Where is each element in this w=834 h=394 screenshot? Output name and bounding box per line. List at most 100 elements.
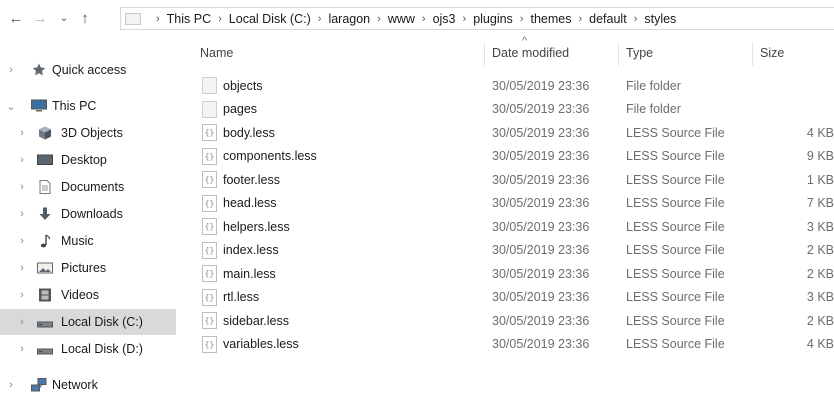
folder-icon bbox=[125, 12, 141, 25]
file-name: footer.less bbox=[223, 172, 280, 187]
file-date-modified: 30/05/2019 23:36 bbox=[492, 219, 590, 234]
file-row[interactable]: {} head.less 30/05/2019 23:36 LESS Source F… bbox=[186, 192, 834, 216]
chevron-right-icon[interactable]: › bbox=[17, 289, 27, 301]
chevron-right-icon[interactable]: › bbox=[634, 13, 638, 25]
file-row[interactable]: {} components.less 30/05/2019 23:36 LESS So… bbox=[186, 145, 834, 169]
network-icon bbox=[30, 377, 48, 393]
breadcrumb-item[interactable]: www bbox=[388, 12, 415, 26]
column-header: ^ Name Date modified Type Size bbox=[186, 35, 834, 68]
file-row[interactable]: {} index.less 30/05/2019 23:36 LESS Source … bbox=[186, 239, 834, 263]
chevron-right-icon[interactable]: › bbox=[377, 13, 381, 25]
chevron-right-icon[interactable]: › bbox=[318, 13, 322, 25]
file-icon: {} bbox=[202, 241, 217, 259]
chevron-right-icon[interactable]: › bbox=[17, 154, 27, 166]
breadcrumb-item[interactable]: This PC bbox=[167, 12, 211, 26]
forward-button[interactable]: → bbox=[30, 8, 50, 28]
address-bar: ← → ⌄ ↑ › This PC › Local Disk (C:) › laragon… bbox=[0, 0, 834, 38]
chevron-right-icon[interactable]: › bbox=[6, 379, 16, 391]
breadcrumb-item[interactable]: default bbox=[589, 12, 627, 26]
sidebar-item-label: Pictures bbox=[61, 261, 107, 275]
file-name: variables.less bbox=[223, 337, 299, 352]
file-size: 2 KB bbox=[806, 243, 834, 258]
music-icon bbox=[36, 233, 54, 249]
file-name: head.less bbox=[223, 196, 277, 211]
back-button[interactable]: ← bbox=[6, 8, 26, 28]
column-divider[interactable] bbox=[484, 42, 485, 66]
chevron-right-icon[interactable]: › bbox=[6, 64, 16, 76]
file-type: LESS Source File bbox=[626, 149, 725, 164]
sidebar-item-local-disk-d[interactable]: › Local Disk (D:) bbox=[0, 336, 176, 362]
column-date-modified[interactable]: Date modified bbox=[492, 46, 569, 60]
breadcrumb-item[interactable]: styles bbox=[644, 12, 676, 26]
file-date-modified: 30/05/2019 23:36 bbox=[492, 149, 590, 164]
breadcrumb-item[interactable]: themes bbox=[530, 12, 571, 26]
column-name[interactable]: Name bbox=[200, 46, 233, 60]
file-date-modified: 30/05/2019 23:36 bbox=[492, 196, 590, 211]
file-date-modified: 30/05/2019 23:36 bbox=[492, 313, 590, 328]
back-arrow-icon: ← bbox=[8, 9, 24, 27]
file-row[interactable]: {} body.less 30/05/2019 23:36 LESS Source F… bbox=[186, 121, 834, 145]
file-type: LESS Source File bbox=[626, 219, 725, 234]
sidebar-item-desktop[interactable]: › Desktop bbox=[0, 147, 176, 173]
chevron-right-icon[interactable]: › bbox=[17, 181, 27, 193]
sidebar-item-music[interactable]: › Music bbox=[0, 228, 176, 254]
file-row[interactable]: {} main.less 30/05/2019 23:36 LESS Source F… bbox=[186, 262, 834, 286]
file-type: LESS Source File bbox=[626, 172, 725, 187]
column-type[interactable]: Type bbox=[626, 46, 653, 60]
sidebar-item-this-pc[interactable]: ⌄ This PC bbox=[0, 93, 176, 119]
chevron-right-icon[interactable]: › bbox=[520, 13, 524, 25]
sidebar-item-quick-access[interactable]: › Quick access bbox=[0, 57, 176, 83]
breadcrumb-item[interactable]: laragon bbox=[328, 12, 370, 26]
chevron-right-icon[interactable]: › bbox=[463, 13, 467, 25]
sidebar-item-local-disk-c[interactable]: › Local Disk (C:) bbox=[0, 309, 176, 335]
sidebar-item-downloads[interactable]: › Downloads bbox=[0, 201, 176, 227]
cube-icon bbox=[36, 125, 54, 141]
file-type: LESS Source File bbox=[626, 196, 725, 211]
file-type: File folder bbox=[626, 102, 681, 117]
chevron-right-icon[interactable]: › bbox=[578, 13, 582, 25]
chevron-right-icon[interactable]: › bbox=[218, 13, 222, 25]
file-icon: {} bbox=[202, 171, 217, 189]
column-divider[interactable] bbox=[618, 42, 619, 66]
drive-icon bbox=[36, 314, 54, 330]
file-row[interactable]: {} variables.less 30/05/2019 23:36 LESS Sou… bbox=[186, 333, 834, 357]
file-size: 7 KB bbox=[806, 196, 834, 211]
file-row[interactable]: objects 30/05/2019 23:36 File folder bbox=[186, 74, 834, 98]
file-icon: {} bbox=[202, 312, 217, 330]
file-row[interactable]: {} footer.less 30/05/2019 23:36 LESS Source… bbox=[186, 168, 834, 192]
file-name: pages bbox=[223, 102, 258, 117]
chevron-right-icon[interactable]: › bbox=[17, 235, 27, 247]
chevron-right-icon[interactable]: › bbox=[17, 262, 27, 274]
sidebar-item-3d-objects[interactable]: › 3D Objects bbox=[0, 120, 176, 146]
chevron-right-icon[interactable]: › bbox=[17, 127, 27, 139]
breadcrumb-item[interactable]: ojs3 bbox=[433, 12, 456, 26]
file-row[interactable]: {} rtl.less 30/05/2019 23:36 LESS Source Fi… bbox=[186, 286, 834, 310]
file-name: objects bbox=[223, 78, 263, 93]
chevron-right-icon[interactable]: › bbox=[17, 208, 27, 220]
file-row[interactable]: {} helpers.less 30/05/2019 23:36 LESS Sourc… bbox=[186, 215, 834, 239]
file-row[interactable]: pages 30/05/2019 23:36 File folder bbox=[186, 98, 834, 122]
file-size: 2 KB bbox=[806, 313, 834, 328]
pictures-icon bbox=[36, 260, 54, 276]
file-icon: {} bbox=[202, 218, 217, 236]
breadcrumb[interactable]: › This PC › Local Disk (C:) › laragon › www › ojs… bbox=[120, 7, 834, 30]
column-divider[interactable] bbox=[752, 42, 753, 66]
chevron-right-icon[interactable]: › bbox=[422, 13, 426, 25]
chevron-right-icon[interactable]: › bbox=[17, 316, 27, 328]
breadcrumb-item[interactable]: Local Disk (C:) bbox=[229, 12, 311, 26]
column-size[interactable]: Size bbox=[760, 46, 784, 60]
computer-icon bbox=[30, 98, 48, 114]
sidebar-item-network[interactable]: › Network bbox=[0, 372, 176, 394]
chevron-down-icon[interactable]: ⌄ bbox=[6, 100, 16, 113]
chevron-right-icon[interactable]: › bbox=[156, 13, 160, 25]
document-icon bbox=[36, 179, 54, 195]
sidebar-item-documents[interactable]: › Documents bbox=[0, 174, 176, 200]
file-row[interactable]: {} sidebar.less 30/05/2019 23:36 LESS Sourc… bbox=[186, 309, 834, 333]
breadcrumb-item[interactable]: plugins bbox=[473, 12, 513, 26]
sidebar-item-pictures[interactable]: › Pictures bbox=[0, 255, 176, 281]
file-date-modified: 30/05/2019 23:36 bbox=[492, 102, 590, 117]
up-button[interactable]: ↑ bbox=[75, 8, 95, 28]
sidebar-item-videos[interactable]: › Videos bbox=[0, 282, 176, 308]
recent-locations-button[interactable]: ⌄ bbox=[54, 8, 74, 28]
chevron-right-icon[interactable]: › bbox=[17, 343, 27, 355]
